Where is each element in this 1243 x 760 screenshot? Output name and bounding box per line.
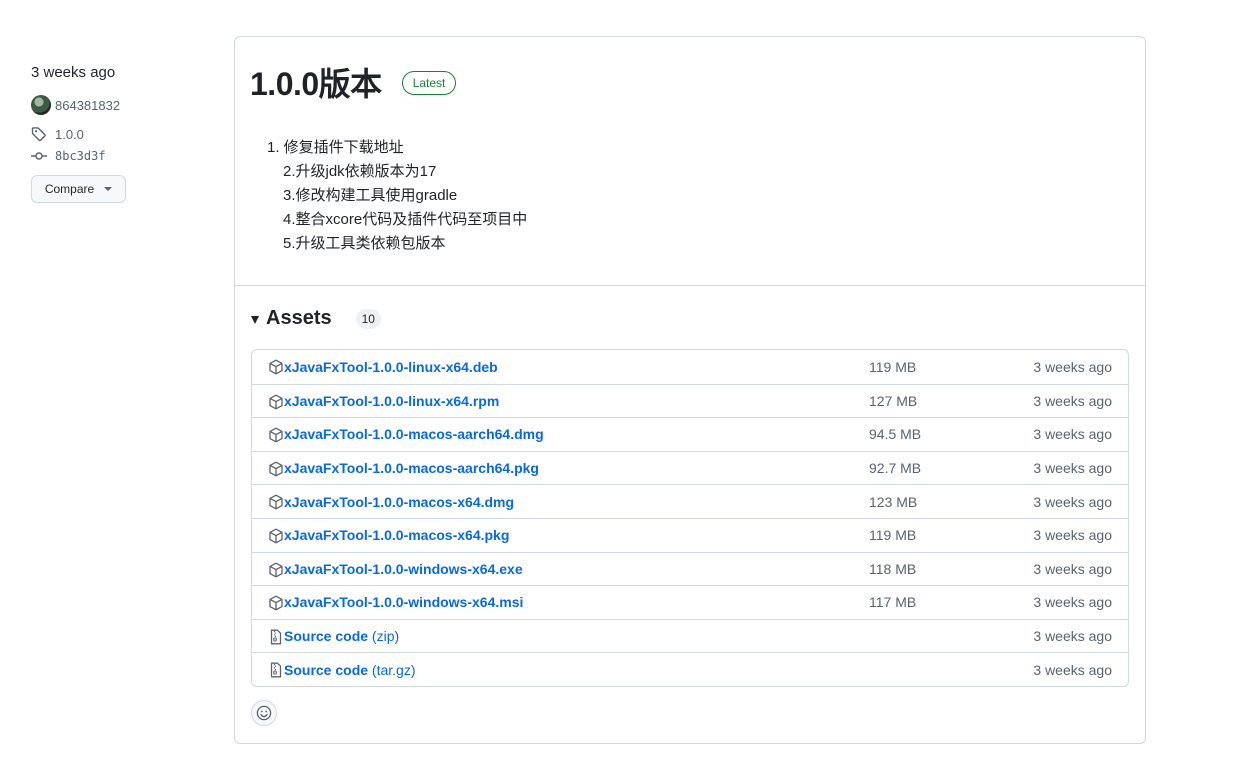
asset-link[interactable]: xJavaFxTool-1.0.0-macos-x64.dmg <box>284 494 514 510</box>
asset-size: 119 MB <box>869 358 917 375</box>
asset-row: xJavaFxTool-1.0.0-windows-x64.msi 117 MB… <box>252 585 1128 619</box>
release-note: 3.修改构建工具使用gradle <box>283 187 458 204</box>
asset-time: 3 weeks ago <box>1033 426 1112 443</box>
release-note: 5.升级工具类依赖包版本 <box>283 235 446 252</box>
asset-size: 118 MB <box>869 560 917 577</box>
asset-size: 117 MB <box>869 594 917 611</box>
release-meta: 3 weeks ago 864381832 1.0.0 8bc3d3f Comp… <box>31 62 211 203</box>
assets-toggle[interactable]: Assets 10 <box>251 307 381 330</box>
asset-link[interactable]: xJavaFxTool-1.0.0-windows-x64.exe <box>284 561 523 577</box>
compare-label: Compare <box>44 182 95 196</box>
package-icon <box>269 394 283 410</box>
package-icon <box>269 528 283 544</box>
source-label: Source code <box>284 661 369 678</box>
asset-row: xJavaFxTool-1.0.0-macos-aarch64.dmg 94.5… <box>252 417 1128 451</box>
package-icon <box>269 359 283 375</box>
asset-row: xJavaFxTool-1.0.0-macos-x64.pkg 119 MB 3… <box>252 517 1128 552</box>
asset-row: xJavaFxTool-1.0.0-linux-x64.rpm 127 MB 3… <box>252 383 1128 418</box>
asset-link[interactable]: xJavaFxTool-1.0.0-linux-x64.deb <box>284 359 498 375</box>
release-header: 1.0.0版本 Latest <box>250 59 457 105</box>
asset-time: 3 weeks ago <box>1033 493 1112 510</box>
add-reaction-button[interactable] <box>251 700 277 726</box>
file-zip-icon <box>270 662 282 678</box>
package-icon <box>269 494 283 510</box>
asset-link[interactable]: xJavaFxTool-1.0.0-windows-x64.msi <box>284 594 523 610</box>
asset-time: 3 weeks ago <box>1033 628 1112 645</box>
release-author[interactable]: 864381832 <box>31 94 211 116</box>
asset-time: 3 weeks ago <box>1033 358 1112 375</box>
source-link[interactable]: Source code (zip) <box>284 628 399 644</box>
triangle-down-icon <box>251 315 259 324</box>
package-icon <box>269 461 283 477</box>
commit-sha[interactable]: 8bc3d3f <box>55 149 106 163</box>
asset-size: 119 MB <box>869 527 917 544</box>
package-icon <box>269 562 283 578</box>
asset-size: 123 MB <box>869 493 918 510</box>
tag-icon <box>31 127 46 142</box>
asset-time: 3 weeks ago <box>1033 460 1112 477</box>
release-note: 2.升级jdk依赖版本为17 <box>283 163 437 180</box>
smiley-icon <box>256 705 272 721</box>
compare-button[interactable]: Compare <box>31 175 126 203</box>
asset-row: xJavaFxTool-1.0.0-macos-aarch64.pkg 92.7… <box>252 450 1128 485</box>
asset-time: 3 weeks ago <box>1033 661 1112 678</box>
assets-list: xJavaFxTool-1.0.0-linux-x64.deb 119 MB 3… <box>251 349 1129 687</box>
asset-size: 92.7 MB <box>869 460 922 477</box>
release-notes: 1. 修复插件下载地址 2.升级jdk依赖版本为17 3.修改构建工具使用gra… <box>267 136 527 256</box>
tag-name[interactable]: 1.0.0 <box>55 127 84 142</box>
source-link[interactable]: Source code (tar.gz) <box>284 662 416 678</box>
asset-link[interactable]: xJavaFxTool-1.0.0-macos-aarch64.dmg <box>284 426 544 442</box>
author-name[interactable]: 864381832 <box>55 98 120 113</box>
caret-down-icon <box>104 187 113 191</box>
source-format: (zip) <box>371 628 400 645</box>
file-zip-icon <box>270 629 282 645</box>
source-label: Source code <box>284 628 369 645</box>
asset-link[interactable]: xJavaFxTool-1.0.0-macos-x64.pkg <box>284 527 509 543</box>
release-note: 4.整合xcore代码及插件代码至项目中 <box>283 211 528 228</box>
package-icon <box>269 427 283 443</box>
source-format: (tar.gz) <box>371 661 416 678</box>
latest-badge: Latest <box>401 71 457 95</box>
asset-time: 3 weeks ago <box>1033 527 1112 544</box>
asset-time: 3 weeks ago <box>1033 560 1112 577</box>
asset-time: 3 weeks ago <box>1033 392 1112 409</box>
release-card: 1.0.0版本 Latest 1. 修复插件下载地址 2.升级jdk依赖版本为1… <box>234 36 1146 744</box>
release-note: 1. 修复插件下载地址 <box>267 139 404 156</box>
asset-size: 94.5 MB <box>869 426 922 443</box>
release-title[interactable]: 1.0.0版本 <box>250 59 382 105</box>
asset-time: 3 weeks ago <box>1033 594 1112 611</box>
release-tag[interactable]: 1.0.0 <box>31 125 211 143</box>
asset-link[interactable]: xJavaFxTool-1.0.0-macos-aarch64.pkg <box>284 460 539 476</box>
source-row: Source code (tar.gz) 3 weeks ago <box>252 652 1128 686</box>
assets-title: Assets <box>266 307 332 329</box>
source-row: Source code (zip) 3 weeks ago <box>252 618 1128 653</box>
assets-count-badge: 10 <box>355 308 381 329</box>
asset-row: xJavaFxTool-1.0.0-linux-x64.deb 119 MB 3… <box>252 350 1128 384</box>
avatar[interactable] <box>31 95 51 115</box>
asset-link[interactable]: xJavaFxTool-1.0.0-linux-x64.rpm <box>284 393 499 409</box>
git-commit-icon <box>31 152 47 160</box>
asset-row: xJavaFxTool-1.0.0-macos-x64.dmg 123 MB 3… <box>252 484 1128 518</box>
release-commit[interactable]: 8bc3d3f <box>31 147 211 165</box>
package-icon <box>269 595 283 611</box>
divider <box>235 285 1145 286</box>
asset-size: 127 MB <box>869 392 918 409</box>
release-date: 3 weeks ago <box>31 64 116 81</box>
asset-row: xJavaFxTool-1.0.0-windows-x64.exe 118 MB… <box>252 551 1128 586</box>
